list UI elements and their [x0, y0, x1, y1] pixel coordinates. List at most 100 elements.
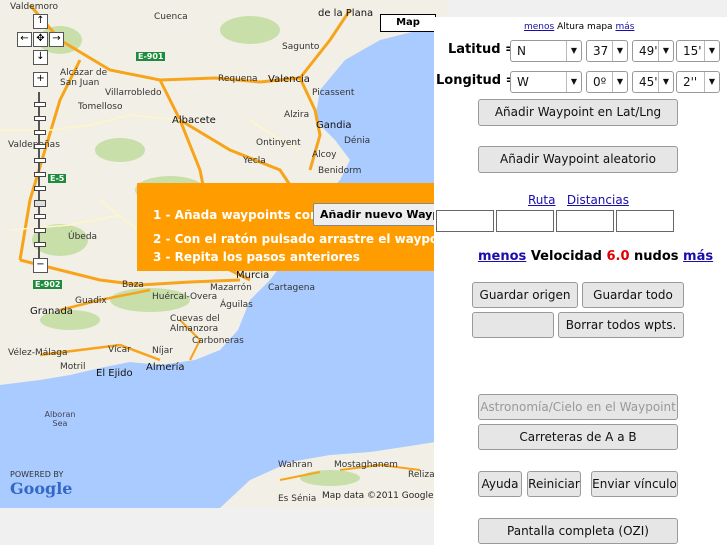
- tab-distances[interactable]: Distancias: [567, 193, 629, 207]
- zoom-slider[interactable]: [33, 92, 46, 262]
- longitude-label: Longitud =: [436, 73, 517, 88]
- place-label: Yecla: [243, 156, 266, 166]
- chevron-down-icon: ▼: [658, 41, 673, 61]
- map-type-button[interactable]: Map: [380, 14, 436, 32]
- roads-button[interactable]: Carreteras de A a B: [478, 424, 678, 450]
- chevron-down-icon: ▼: [612, 72, 627, 92]
- place-label: Granada: [30, 306, 73, 317]
- place-label: Baza: [122, 280, 144, 290]
- add-waypoint-button[interactable]: Añadir nuevo Waypoint: [313, 203, 451, 226]
- place-label: Alcoy: [312, 150, 337, 160]
- blank-button[interactable]: [472, 312, 554, 338]
- longitude-seconds-select[interactable]: 2'' ▼: [676, 71, 720, 93]
- road-shield: E-5: [48, 174, 67, 183]
- speed-less-link[interactable]: menos: [478, 249, 526, 264]
- place-label: Guadix: [75, 296, 107, 306]
- pan-right-button[interactable]: →: [49, 32, 64, 47]
- zoom-in-button[interactable]: +: [33, 72, 48, 87]
- instruction-step-2: 2 - Con el ratón pulsado arrastre el way…: [153, 232, 457, 246]
- chevron-down-icon: ▼: [704, 41, 719, 61]
- longitude-hemisphere-select[interactable]: W ▼: [510, 71, 582, 93]
- route-cell: [556, 210, 614, 232]
- place-label: Sagunto: [282, 42, 320, 52]
- speed-control: menos Velocidad 6.0 nudos más: [478, 249, 713, 264]
- route-cell: [496, 210, 554, 232]
- tab-route[interactable]: Ruta: [528, 193, 555, 207]
- chevron-down-icon: ▼: [612, 41, 627, 61]
- place-label: Cuenca: [154, 12, 188, 22]
- place-label: Almería: [146, 362, 185, 373]
- longitude-minutes-select[interactable]: 45' ▼: [632, 71, 674, 93]
- speed-value: 6.0: [606, 249, 630, 264]
- chevron-down-icon: ▼: [566, 41, 581, 61]
- add-random-waypoint-button[interactable]: Añadir Waypoint aleatorio: [478, 146, 678, 173]
- longitude-degrees-select[interactable]: 0º ▼: [586, 71, 628, 93]
- zoom-out-button[interactable]: −: [33, 258, 48, 273]
- sea-label: Alboran Sea: [44, 410, 76, 428]
- chevron-down-icon: ▼: [704, 72, 719, 92]
- place-label: Ontinyent: [256, 138, 301, 148]
- place-label: Wahran: [278, 460, 313, 470]
- place-label: Es Sénia: [278, 494, 317, 504]
- place-label: Níjar: [152, 346, 173, 356]
- place-label: Villarrobledo: [105, 88, 162, 98]
- pan-left-button[interactable]: ←: [17, 32, 32, 47]
- place-label: de la Plana: [318, 8, 374, 19]
- zoom-slider-handle[interactable]: [34, 200, 46, 207]
- send-link-button[interactable]: Enviar vínculo: [591, 471, 678, 497]
- road-shield: E-902: [33, 280, 63, 289]
- place-label: Dénia: [344, 136, 371, 146]
- place-label: Requena: [218, 74, 258, 84]
- place-label: Vélez-Málaga: [8, 348, 68, 358]
- map-height-label: Altura mapa: [557, 22, 613, 32]
- fullscreen-button[interactable]: Pantalla completa (OZI): [478, 518, 678, 544]
- delete-all-waypoints-button[interactable]: Borrar todos wpts.: [558, 312, 684, 338]
- chevron-down-icon: ▼: [658, 72, 673, 92]
- place-label: Mostaghanem: [334, 460, 398, 470]
- map-height-more-link[interactable]: más: [615, 22, 634, 32]
- place-label: Carboneras: [192, 336, 244, 346]
- pan-center-button[interactable]: ✥: [33, 32, 48, 47]
- instructions-box: 1 - Añada waypoints con Añadir nuevo Way…: [137, 183, 457, 271]
- add-waypoint-latlng-button[interactable]: Añadir Waypoint en Lat/Lng: [478, 99, 678, 126]
- latitude-minutes-select[interactable]: 49' ▼: [632, 40, 674, 62]
- help-button[interactable]: Ayuda: [478, 471, 522, 497]
- place-label: Cuevas del Almanzora: [170, 314, 220, 334]
- astronomy-button[interactable]: Astronomía/Cielo en el Waypoint: [478, 394, 678, 420]
- road-shield: E-901: [136, 52, 166, 61]
- instruction-step-3: 3 - Repita los pasos anteriores: [153, 250, 360, 264]
- place-label: El Ejido: [96, 368, 133, 379]
- pan-down-button[interactable]: ↓: [33, 50, 48, 65]
- route-cell: [436, 210, 494, 232]
- place-label: Valdemoro: [10, 2, 59, 12]
- place-label: Águilas: [220, 300, 253, 310]
- instruction-step-1: 1 - Añada waypoints con: [153, 208, 319, 222]
- restart-button[interactable]: Reiniciar: [527, 471, 581, 497]
- control-panel: menos Altura mapa más Latitud = N ▼ 37 ▼ 4…: [434, 17, 727, 545]
- pan-up-button[interactable]: ↑: [33, 14, 48, 29]
- map-height-control: menos Altura mapa más: [524, 22, 634, 32]
- place-label: Huércal-Overa: [152, 292, 218, 302]
- speed-label: Velocidad: [530, 249, 602, 264]
- place-label: Albacete: [172, 115, 216, 126]
- latitude-hemisphere-select[interactable]: N ▼: [510, 40, 582, 62]
- place-label: Gandia: [316, 120, 352, 131]
- place-label: Valencia: [268, 74, 310, 85]
- place-label: Úbeda: [68, 232, 98, 242]
- google-logo: POWERED BY Google: [10, 470, 73, 498]
- save-origin-button[interactable]: Guardar origen: [472, 282, 578, 308]
- place-label: Benidorm: [318, 166, 362, 176]
- place-label: Alzira: [284, 110, 310, 120]
- route-cell: [616, 210, 674, 232]
- place-label: Murcia: [236, 270, 270, 281]
- speed-more-link[interactable]: más: [683, 249, 713, 264]
- place-label: Vícar: [108, 345, 131, 355]
- speed-unit: nudos: [634, 249, 679, 264]
- place-label: Alcázar de San Juan: [60, 68, 108, 88]
- place-label: Cartagena: [268, 283, 316, 293]
- save-all-button[interactable]: Guardar todo: [582, 282, 684, 308]
- latitude-seconds-select[interactable]: 15' ▼: [676, 40, 720, 62]
- latitude-degrees-select[interactable]: 37 ▼: [586, 40, 628, 62]
- map-height-less-link[interactable]: menos: [524, 22, 554, 32]
- chevron-down-icon: ▼: [566, 72, 581, 92]
